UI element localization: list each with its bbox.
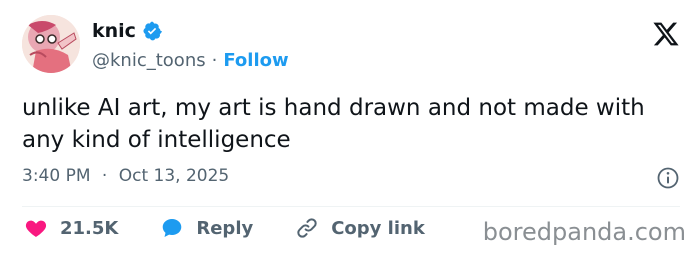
reply-label: Reply (196, 217, 254, 239)
reply-button[interactable]: Reply (160, 216, 253, 240)
timestamp-separator: · (101, 166, 108, 186)
x-logo-icon[interactable] (652, 20, 680, 48)
author-name-row[interactable]: knic (92, 20, 162, 42)
author-handle-row: @knic_toons · Follow (92, 50, 289, 71)
copy-link-button[interactable]: Copy link (295, 216, 425, 240)
action-bar: 21.5K Reply Copy link (24, 216, 467, 240)
reply-bubble-icon (163, 219, 182, 237)
avatar-illustration (22, 15, 80, 73)
link-icon (297, 218, 317, 238)
avatar[interactable] (22, 15, 80, 73)
divider (22, 206, 680, 207)
author-display-name[interactable]: knic (92, 20, 136, 42)
copy-link-label: Copy link (331, 217, 425, 239)
tweet-text: unlike AI art, my art is hand drawn and … (22, 95, 645, 153)
author-handle[interactable]: @knic_toons (92, 50, 206, 71)
tweet-time: 3:40 PM (22, 166, 91, 186)
watermark: boredpanda.com (482, 218, 686, 246)
tweet-timestamp[interactable]: 3:40 PM · Oct 13, 2025 (22, 166, 229, 186)
like-button[interactable]: 21.5K (24, 216, 118, 240)
like-count: 21.5K (60, 217, 119, 239)
verified-badge-icon (142, 21, 162, 41)
tweet-date: Oct 13, 2025 (118, 166, 230, 186)
follow-button[interactable]: Follow (223, 50, 288, 71)
info-icon[interactable] (656, 166, 680, 190)
handle-separator: · (211, 50, 218, 71)
heart-icon (25, 220, 47, 237)
